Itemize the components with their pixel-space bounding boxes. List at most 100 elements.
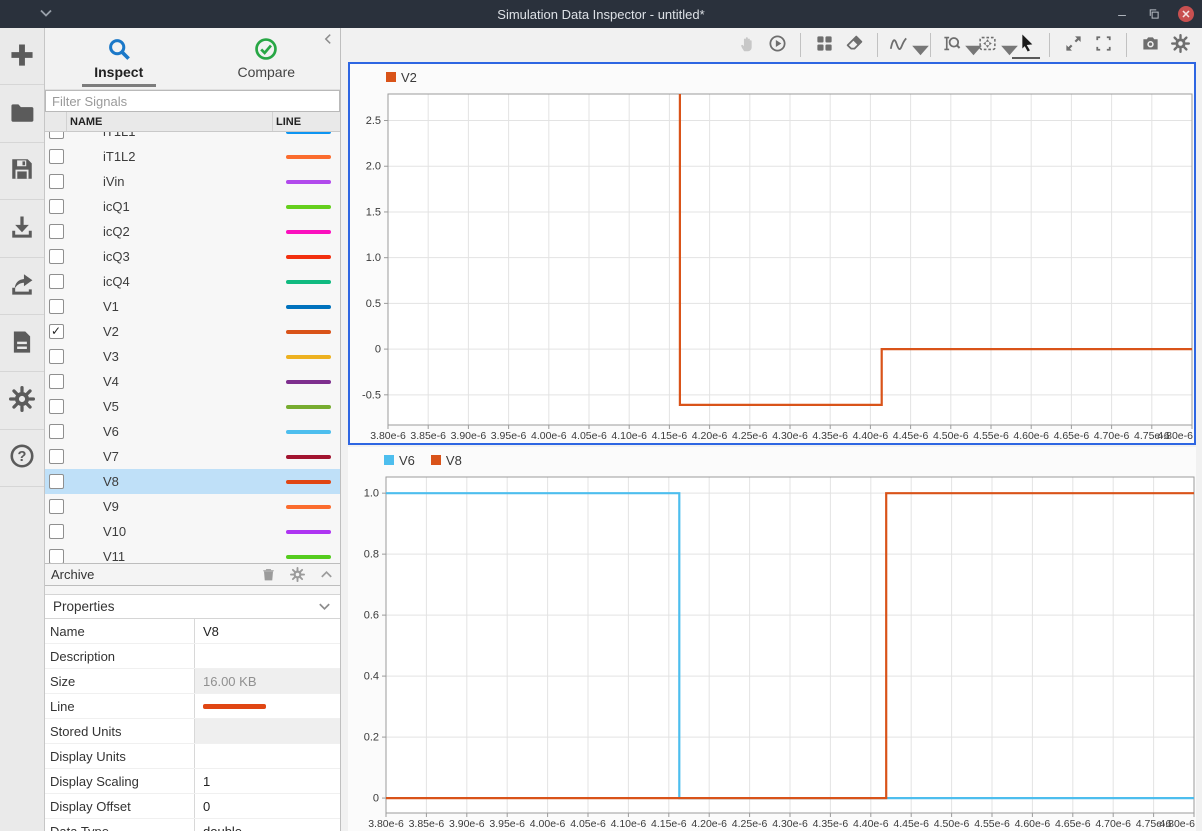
close-button[interactable]: ✕ <box>1178 6 1194 22</box>
toolbar-separator <box>1049 33 1050 57</box>
collapse-sidebar-icon[interactable] <box>321 32 335 46</box>
property-value[interactable] <box>195 719 340 743</box>
signal-checkbox[interactable] <box>49 449 64 464</box>
signal-checkbox[interactable] <box>49 524 64 539</box>
filter-signals-input[interactable] <box>45 90 340 112</box>
help-button[interactable]: ? <box>0 430 44 487</box>
property-value[interactable] <box>195 694 340 718</box>
signal-row-icQ2[interactable]: icQ2 <box>45 219 340 244</box>
expand-button[interactable] <box>1059 31 1087 59</box>
gear-icon[interactable] <box>290 567 305 582</box>
signal-row-icQ1[interactable]: icQ1 <box>45 194 340 219</box>
layout-button[interactable] <box>810 31 838 59</box>
property-value[interactable]: V8 <box>195 619 340 643</box>
signal-row-iT1L1[interactable]: iT1L1 <box>45 132 340 144</box>
signal-row-V7[interactable]: V7 <box>45 444 340 469</box>
import-button[interactable] <box>0 200 44 257</box>
signal-checkbox[interactable] <box>49 274 64 289</box>
signal-row-V2[interactable]: ✓V2 <box>45 319 340 344</box>
svg-text:4.65e-6: 4.65e-6 <box>1055 818 1091 830</box>
signal-name: V11 <box>67 549 273 563</box>
chart-canvas[interactable]: 1.00.80.60.40.203.80e-63.85e-63.90e-63.9… <box>348 473 1196 831</box>
signal-row-iVin[interactable]: iVin <box>45 169 340 194</box>
property-value[interactable]: 1 <box>195 769 340 793</box>
signal-checkbox[interactable] <box>49 424 64 439</box>
subplot-1[interactable]: V22.52.01.51.00.50-0.53.80e-63.85e-63.90… <box>348 62 1196 445</box>
view-tabs: Inspect Compare <box>45 28 340 90</box>
property-row-display-offset: Display Offset0 <box>45 794 340 819</box>
chart-canvas[interactable]: 2.52.01.51.00.50-0.53.80e-63.85e-63.90e-… <box>350 90 1194 443</box>
open-button[interactable] <box>0 85 44 142</box>
tab-compare[interactable]: Compare <box>193 28 341 89</box>
signal-checkbox[interactable] <box>49 549 64 563</box>
signal-row-V6[interactable]: V6 <box>45 419 340 444</box>
trash-icon[interactable] <box>261 567 276 582</box>
signals-wave-button[interactable] <box>887 31 921 59</box>
fullscreen-button[interactable] <box>1089 31 1117 59</box>
chevron-up-icon[interactable] <box>319 567 334 582</box>
signal-checkbox[interactable] <box>49 174 64 189</box>
pan-button[interactable] <box>733 31 761 59</box>
create-report-button[interactable] <box>0 315 44 372</box>
snapshot-button[interactable] <box>1136 31 1164 59</box>
settings-button[interactable] <box>1166 31 1194 59</box>
signal-checkbox[interactable] <box>49 224 64 239</box>
signal-row-V5[interactable]: V5 <box>45 394 340 419</box>
signal-checkbox[interactable] <box>49 474 64 489</box>
clear-subplot-button[interactable] <box>840 31 868 59</box>
signal-checkbox[interactable] <box>49 132 64 139</box>
svg-text:4.05e-6: 4.05e-6 <box>570 818 606 830</box>
signal-row-icQ3[interactable]: icQ3 <box>45 244 340 269</box>
replay-button[interactable] <box>763 31 791 59</box>
property-value[interactable] <box>195 644 340 668</box>
add-button[interactable] <box>0 28 44 85</box>
save-button[interactable] <box>0 143 44 200</box>
property-value[interactable]: 16.00 KB <box>195 669 340 693</box>
signal-checkbox[interactable] <box>49 149 64 164</box>
pointer-button[interactable] <box>1012 31 1040 59</box>
export-button[interactable] <box>0 258 44 315</box>
chevron-down-icon[interactable] <box>317 599 332 614</box>
property-value[interactable]: double <box>195 819 340 831</box>
signal-checkbox[interactable] <box>49 299 64 314</box>
signal-checkbox[interactable] <box>49 199 64 214</box>
signal-name: iT1L2 <box>67 149 273 164</box>
signal-line-swatch <box>286 255 331 259</box>
caret-down-icon[interactable] <box>1000 41 1008 49</box>
svg-text:3.80e-6: 3.80e-6 <box>370 430 406 442</box>
minimize-button[interactable]: – <box>1114 6 1130 22</box>
preferences-button[interactable] <box>0 372 44 429</box>
line-style-swatch[interactable] <box>203 704 266 709</box>
archive-bar[interactable]: Archive <box>45 563 340 586</box>
signal-row-V1[interactable]: V1 <box>45 294 340 319</box>
signal-row-V4[interactable]: V4 <box>45 369 340 394</box>
signal-row-V3[interactable]: V3 <box>45 344 340 369</box>
titlebar[interactable]: Simulation Data Inspector - untitled* – … <box>0 0 1202 28</box>
subplot-2[interactable]: V6V81.00.80.60.40.203.80e-63.85e-63.90e-… <box>348 447 1196 831</box>
signal-row-V9[interactable]: V9 <box>45 494 340 519</box>
signal-checkbox[interactable] <box>49 399 64 414</box>
restore-button[interactable] <box>1146 6 1162 22</box>
tab-inspect[interactable]: Inspect <box>45 28 193 89</box>
property-value[interactable]: 0 <box>195 794 340 818</box>
signal-checkbox[interactable] <box>49 374 64 389</box>
signal-checkbox[interactable]: ✓ <box>49 324 64 339</box>
signal-line-swatch <box>286 505 331 509</box>
caret-down-icon[interactable] <box>964 41 972 49</box>
property-value[interactable] <box>195 744 340 768</box>
signal-row-iT1L2[interactable]: iT1L2 <box>45 144 340 169</box>
zoom-in-time-button[interactable] <box>940 31 974 59</box>
signal-checkbox[interactable] <box>49 499 64 514</box>
caret-down-icon[interactable] <box>911 41 919 49</box>
svg-text:4.30e-6: 4.30e-6 <box>772 818 808 830</box>
signal-row-V10[interactable]: V10 <box>45 519 340 544</box>
signal-row-icQ4[interactable]: icQ4 <box>45 269 340 294</box>
signal-checkbox[interactable] <box>49 249 64 264</box>
chevron-down-icon[interactable] <box>38 5 54 21</box>
window-controls: – ✕ <box>1114 0 1194 28</box>
fit-to-view-button[interactable] <box>976 31 1010 59</box>
signal-row-V11[interactable]: V11 <box>45 544 340 563</box>
signal-row-V8[interactable]: V8 <box>45 469 340 494</box>
signal-checkbox[interactable] <box>49 349 64 364</box>
properties-header[interactable]: Properties <box>45 594 340 619</box>
